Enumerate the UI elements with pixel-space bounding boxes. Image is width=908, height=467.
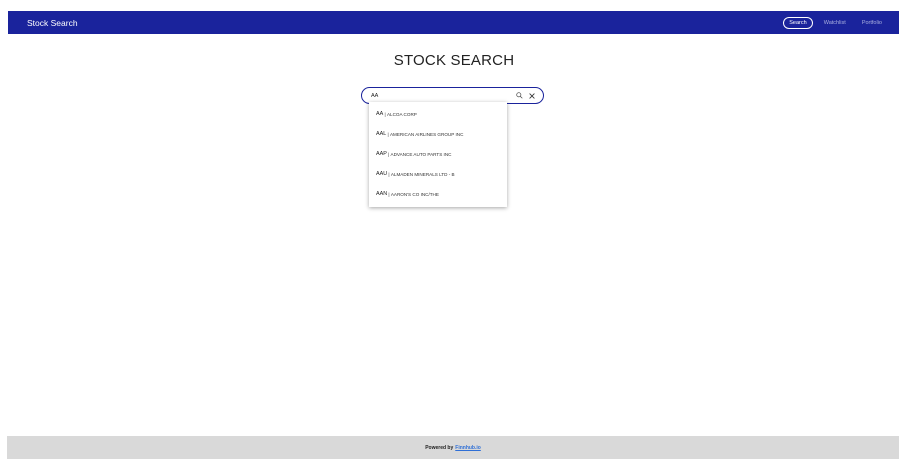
brand-title[interactable]: Stock Search xyxy=(27,18,78,28)
suggestion-item[interactable]: AAL | AMERICAN AIRLINES GROUP INC xyxy=(369,124,507,144)
search-input[interactable] xyxy=(371,92,511,99)
suggestion-symbol: AAP xyxy=(376,151,387,157)
app-frame: Stock Search Search Watchlist Portfolio … xyxy=(0,0,908,467)
suggestion-item[interactable]: AAU | ALMADEN MINERALS LTD - B xyxy=(369,164,507,184)
nav-links: Search Watchlist Portfolio xyxy=(783,16,887,29)
suggestion-name: ALCOA CORP xyxy=(386,111,417,117)
nav-link-watchlist[interactable]: Watchlist xyxy=(819,18,851,28)
suggestion-symbol: AAN xyxy=(376,191,388,197)
top-navbar: Stock Search Search Watchlist Portfolio xyxy=(8,11,899,34)
footer-powered-by: Powered by xyxy=(425,444,454,451)
nav-link-search[interactable]: Search xyxy=(783,16,813,29)
suggestion-item[interactable]: AA | ALCOA CORP xyxy=(369,104,507,124)
footer: Powered by Finnhub.io xyxy=(7,436,899,459)
page-title: STOCK SEARCH xyxy=(393,52,515,69)
suggestion-item[interactable]: AAP | ADVANCE AUTO PARTS INC xyxy=(369,144,507,164)
search-icon[interactable] xyxy=(514,91,524,101)
suggestion-symbol: AAL xyxy=(376,131,387,137)
suggestion-symbol: AAU xyxy=(376,171,388,177)
suggestion-name: ALMADEN MINERALS LTD - B xyxy=(390,171,455,177)
close-icon[interactable] xyxy=(527,91,537,101)
suggestion-symbol: AA xyxy=(376,111,384,117)
suggestion-name: AARON'S CO INC/THE xyxy=(390,191,439,197)
finnhub-link[interactable]: Finnhub.io xyxy=(455,445,481,451)
autocomplete-dropdown: AA | ALCOA CORP AAL | AMERICAN AIRLINES … xyxy=(369,102,507,207)
suggestion-name: ADVANCE AUTO PARTS INC xyxy=(390,151,452,157)
suggestion-name: AMERICAN AIRLINES GROUP INC xyxy=(389,131,464,137)
suggestion-item[interactable]: AAN | AARON'S CO INC/THE xyxy=(369,184,507,204)
nav-link-portfolio[interactable]: Portfolio xyxy=(857,18,887,28)
